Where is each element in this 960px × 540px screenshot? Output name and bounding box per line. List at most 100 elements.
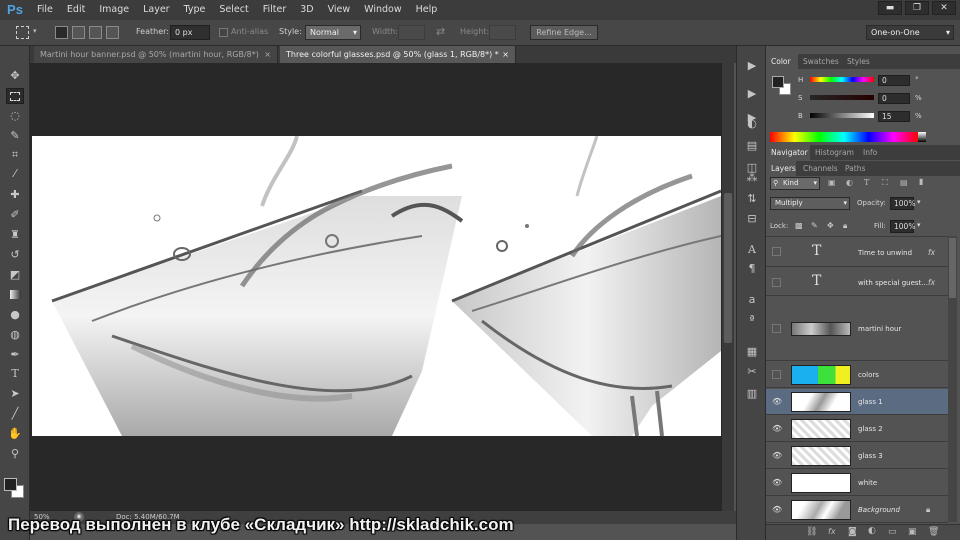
type-filter-icon[interactable]: T — [864, 178, 869, 187]
layer-row-martini-hour[interactable]: martini hour — [766, 297, 948, 361]
tab-styles[interactable]: Styles — [842, 54, 876, 69]
intersect-selection-icon[interactable] — [106, 26, 119, 39]
marquee-tool-icon[interactable] — [6, 88, 24, 104]
layer-row-background[interactable]: 👁︎ Background 🔒︎ — [766, 497, 948, 523]
layer-row-glass-1[interactable]: 👁︎ glass 1 — [766, 389, 948, 415]
layer-row-white[interactable]: 👁︎ white — [766, 470, 948, 496]
eye-icon[interactable]: 👁︎ — [772, 505, 782, 514]
adjustment-filter-icon[interactable]: ◐ — [846, 178, 853, 187]
brush-tool-icon[interactable]: ✐ — [6, 207, 24, 223]
shape-filter-icon[interactable]: ⛶ — [882, 178, 888, 188]
new-group-icon[interactable]: ▭ — [888, 527, 897, 537]
color-spectrum[interactable] — [770, 132, 918, 142]
visibility-toggle[interactable] — [772, 247, 781, 256]
menu-3d[interactable]: 3D — [293, 0, 320, 20]
scroll-thumb[interactable] — [949, 238, 956, 298]
hue-input[interactable]: 0 — [878, 75, 910, 86]
fx-icon[interactable]: fx — [828, 527, 836, 536]
tab-layers[interactable]: Layers — [766, 161, 796, 176]
new-layer-icon[interactable]: ▣ — [908, 527, 917, 537]
brightness-input[interactable]: 15 — [878, 111, 910, 122]
eyedropper-tool-icon[interactable]: ⁄ — [6, 166, 24, 182]
lock-all-icon[interactable]: 🔒︎ — [843, 221, 847, 231]
add-selection-icon[interactable] — [72, 26, 85, 39]
restore-button[interactable]: ❐ — [905, 1, 929, 15]
layer-row-glass-2[interactable]: 👁︎ glass 2 — [766, 416, 948, 442]
lock-position-icon[interactable]: ✥ — [827, 221, 834, 230]
trash-icon[interactable]: 🗑︎ — [928, 527, 939, 537]
shape-tool-icon[interactable]: ╱ — [6, 406, 24, 422]
adjust-sliders-icon[interactable]: ⇅ — [744, 191, 760, 207]
eye-icon[interactable]: 👁︎ — [772, 478, 782, 487]
eye-icon[interactable]: 👁︎ — [772, 424, 782, 433]
menu-help[interactable]: Help — [409, 0, 445, 20]
marquee-preset-icon[interactable] — [16, 26, 29, 39]
document-image[interactable] — [32, 136, 721, 436]
clone-stamp-tool-icon[interactable]: ♜ — [6, 227, 24, 243]
play-icon[interactable]: ▶ — [744, 86, 760, 102]
link-layers-icon[interactable]: ⛓︎ — [806, 527, 817, 537]
tab-channels[interactable]: Channels — [798, 161, 838, 176]
menu-view[interactable]: View — [321, 0, 358, 20]
refine-edge-button[interactable]: Refine Edge... — [530, 25, 598, 40]
chevron-down-icon[interactable]: ▾ — [33, 27, 37, 35]
chevron-down-icon[interactable]: ▾ — [917, 198, 921, 206]
visibility-toggle[interactable] — [772, 278, 781, 287]
opacity-input[interactable]: 100% — [890, 197, 915, 210]
para-styles-icon[interactable]: ª — [744, 312, 760, 328]
adjustments-icon[interactable]: ◐ — [744, 116, 760, 132]
close-icon[interactable]: × — [502, 46, 509, 63]
smart-object-filter-icon[interactable]: ▤ — [900, 178, 908, 187]
blend-mode-select[interactable]: Multiply ▾ — [770, 197, 850, 210]
width-input[interactable] — [398, 25, 425, 40]
tab-three-glasses[interactable]: Three colorful glasses.psd @ 50% (glass … — [280, 46, 516, 63]
brightness-slider[interactable] — [810, 113, 874, 118]
hue-slider[interactable] — [810, 77, 874, 82]
height-input[interactable] — [489, 25, 516, 40]
tab-color[interactable]: Color — [766, 54, 798, 69]
move-tool-icon[interactable]: ✥ — [6, 68, 24, 84]
filter-toggle-icon[interactable]: ▮ — [919, 177, 923, 186]
brush-presets-icon[interactable]: ⁂ — [744, 170, 760, 186]
tab-swatches[interactable]: Swatches — [798, 54, 842, 69]
menu-edit[interactable]: Edit — [60, 0, 92, 20]
adjustment-layer-icon[interactable]: ◐ — [868, 526, 876, 536]
fill-input[interactable]: 100% — [890, 220, 915, 233]
lasso-tool-icon[interactable]: ◌ — [6, 108, 24, 124]
layer-row-time-to-unwind[interactable]: T Time to unwind fx — [766, 237, 948, 267]
paragraph-icon[interactable]: ¶ — [744, 261, 760, 277]
close-window-button[interactable]: ✕ — [932, 1, 956, 15]
swap-arrows-icon[interactable]: ⇄ — [436, 25, 445, 38]
gradient-tool-icon[interactable] — [6, 287, 24, 303]
clipboard-icon[interactable]: ▤ — [744, 138, 760, 154]
tab-histogram[interactable]: Histogram — [810, 145, 856, 160]
eye-icon[interactable]: 👁︎ — [772, 451, 782, 460]
filter-kind-select[interactable]: ⚲ Kind ▾ — [770, 177, 820, 190]
saturation-slider[interactable] — [810, 95, 874, 100]
zoom-tool-icon[interactable]: ⚲ — [6, 446, 24, 462]
menu-layer[interactable]: Layer — [136, 0, 177, 20]
path-selection-tool-icon[interactable]: ➤ — [6, 386, 24, 402]
quick-selection-tool-icon[interactable]: ✎ — [6, 128, 24, 144]
menu-filter[interactable]: Filter — [256, 0, 294, 20]
character-icon[interactable]: A — [744, 242, 760, 258]
fx-icon[interactable]: fx — [928, 248, 935, 257]
visibility-toggle[interactable] — [772, 370, 781, 379]
workspace-select[interactable]: One-on-One ▾ — [866, 25, 954, 40]
bw-ramp[interactable] — [918, 132, 926, 142]
fx-icon[interactable]: fx — [928, 278, 935, 287]
crop-tool-icon[interactable]: ⌗ — [6, 147, 24, 163]
menu-select[interactable]: Select — [212, 0, 255, 20]
eraser-tool-icon[interactable]: ◩ — [6, 267, 24, 283]
lock-transparency-icon[interactable]: ▩ — [795, 221, 803, 230]
layer-mask-icon[interactable]: ◙ — [848, 527, 857, 537]
play-icon[interactable]: ▶ — [744, 58, 760, 74]
menu-file[interactable]: File — [30, 0, 60, 20]
pixel-filter-icon[interactable]: ▣ — [828, 178, 836, 187]
dodge-tool-icon[interactable]: ◍ — [6, 327, 24, 343]
tab-navigator[interactable]: Navigator — [766, 145, 810, 160]
chevron-down-icon[interactable]: ▾ — [917, 221, 921, 229]
layers-scrollbar[interactable] — [948, 236, 957, 522]
style-select[interactable]: Normal ▾ — [305, 25, 361, 40]
antialias-checkbox[interactable] — [219, 28, 228, 37]
